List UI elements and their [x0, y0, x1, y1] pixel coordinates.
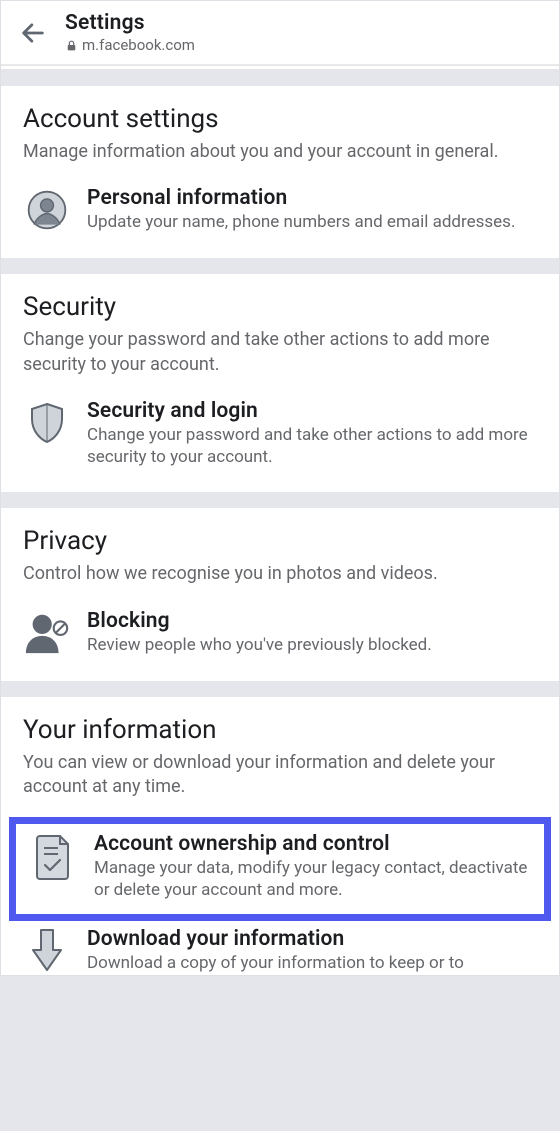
section-your-information: Your information You can view or downloa… [1, 697, 559, 975]
page-title: Settings [65, 11, 195, 35]
row-text: Download your information Download a cop… [87, 927, 537, 975]
header-text: Settings m.facebook.com [65, 11, 195, 54]
row-text: Security and login Change your password … [87, 399, 537, 469]
header-bar: Settings m.facebook.com [1, 1, 559, 65]
row-title: Personal information [87, 186, 537, 210]
section-privacy: Privacy Control how we recognise you in … [1, 508, 559, 680]
shield-icon [23, 399, 71, 447]
row-desc: Manage your data, modify your legacy con… [94, 858, 530, 902]
row-text: Blocking Review people who you've previo… [87, 609, 537, 657]
row-title: Blocking [87, 609, 537, 633]
row-desc: Change your password and take other acti… [87, 425, 537, 469]
blocking-icon [23, 609, 71, 657]
settings-page: Settings m.facebook.com Account settings… [0, 0, 560, 976]
row-desc: Update your name, phone numbers and emai… [87, 212, 537, 234]
section-title: Security [23, 292, 537, 322]
row-desc: Review people who you've previously bloc… [87, 635, 537, 657]
back-button[interactable] [15, 15, 51, 51]
row-text: Personal information Update your name, p… [87, 186, 537, 234]
url-text: m.facebook.com [82, 36, 195, 54]
section-account: Account settings Manage information abou… [1, 86, 559, 258]
row-security-login[interactable]: Security and login Change your password … [23, 395, 537, 475]
section-desc: Change your password and take other acti… [23, 328, 537, 377]
section-desc: Control how we recognise you in photos a… [23, 562, 537, 586]
row-title: Security and login [87, 399, 537, 423]
page-url: m.facebook.com [65, 36, 195, 54]
highlighted-row-container: Account ownership and control Manage you… [9, 817, 551, 921]
row-account-ownership[interactable]: Account ownership and control Manage you… [30, 832, 530, 902]
row-personal-information[interactable]: Personal information Update your name, p… [23, 182, 537, 240]
section-title: Account settings [23, 104, 537, 134]
section-desc: You can view or download your informatio… [23, 751, 537, 800]
divider-strip [1, 65, 559, 70]
row-title: Download your information [87, 927, 537, 951]
row-blocking[interactable]: Blocking Review people who you've previo… [23, 605, 537, 663]
section-security: Security Change your password and take o… [1, 274, 559, 492]
row-desc: Download a copy of your information to k… [87, 953, 537, 975]
row-download-information[interactable]: Download your information Download a cop… [23, 923, 537, 975]
download-arrow-icon [23, 927, 71, 975]
row-title: Account ownership and control [94, 832, 530, 856]
row-text: Account ownership and control Manage you… [94, 832, 530, 902]
lock-icon [65, 39, 78, 52]
section-desc: Manage information about you and your ac… [23, 140, 537, 164]
section-title: Your information [23, 715, 537, 745]
document-check-icon [30, 832, 78, 880]
back-arrow-icon [19, 19, 47, 47]
person-icon [23, 186, 71, 234]
section-title: Privacy [23, 526, 537, 556]
